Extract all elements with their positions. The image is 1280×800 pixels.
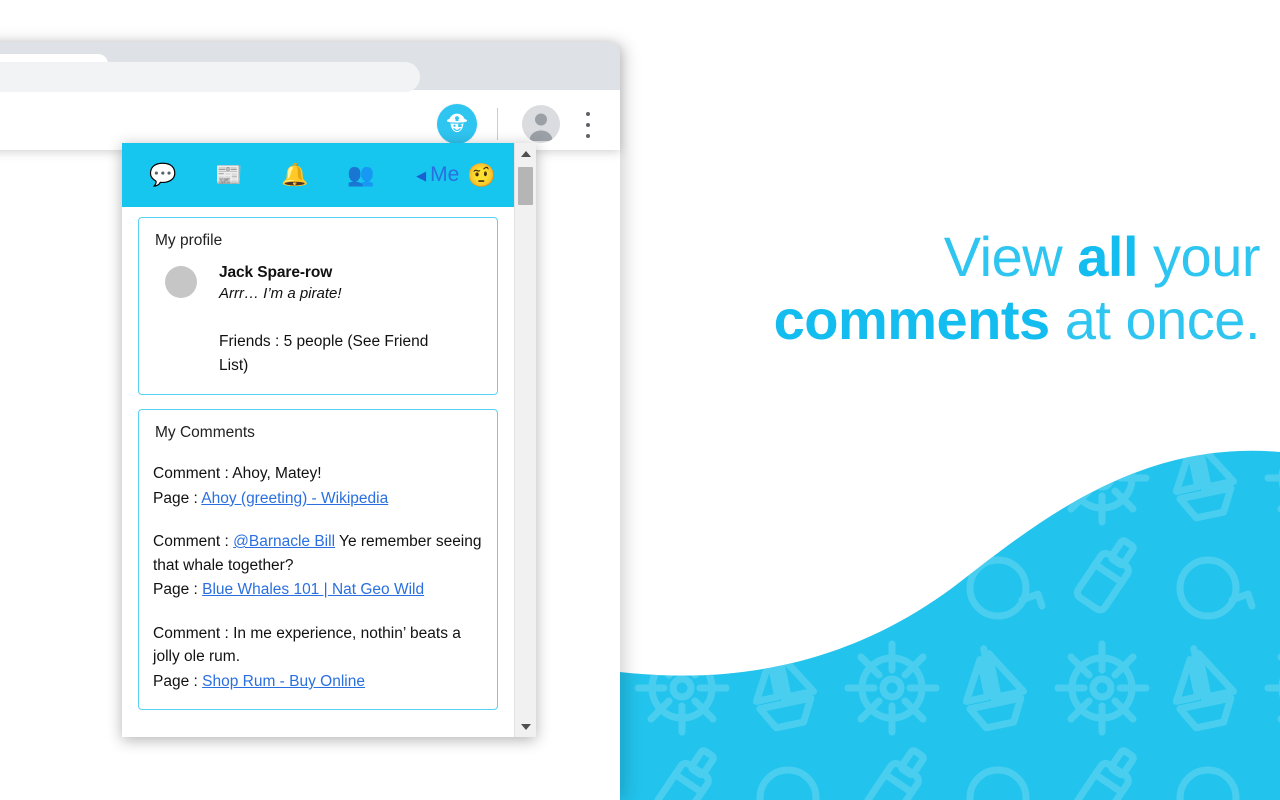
comment-page-line: Page : Ahoy (greeting) - Wikipedia [153, 487, 483, 511]
thinking-face-icon: 🤨 [467, 161, 496, 188]
page-link[interactable]: Blue Whales 101 | Nat Geo Wild [202, 581, 424, 598]
profile-text: Jack Spare-row Arrr… I’m a pirate! Frien… [219, 264, 483, 378]
scroll-up-arrow-icon[interactable] [515, 143, 536, 164]
people-icon: 👥 [347, 162, 375, 187]
comment-label: Comment : [153, 465, 229, 483]
profile-friends: Friends : 5 people (See Friend List) [219, 333, 429, 375]
nav-tab-friends[interactable]: 👥 [328, 155, 394, 195]
headline-word-comments: comments [773, 288, 1051, 352]
caret-left-icon: ◀ [416, 167, 427, 183]
headline-word-all: all [1077, 225, 1138, 288]
bell-icon: 🔔 [281, 162, 309, 187]
extension-popup: 💬 📰 🔔 👥 ◀ Me 🤨 My profile Jack Spare-row… [122, 143, 536, 737]
menu-dot [586, 123, 590, 127]
profile-card-title: My profile [155, 232, 223, 249]
popup-body: 💬 📰 🔔 👥 ◀ Me 🤨 My profile Jack Spare-row… [122, 143, 514, 737]
comment-text-line: Comment : Ahoy, Matey! [153, 462, 483, 486]
comment-item: Comment : In me experience, nothin’ beat… [153, 622, 483, 694]
mention-link[interactable]: @Barnacle Bill [233, 533, 335, 550]
comment-item: Comment : Ahoy, Matey! Page : Ahoy (gree… [153, 462, 483, 510]
nav-tab-notifications[interactable]: 🔔 [262, 155, 328, 195]
comment-text-line: Comment : In me experience, nothin’ beat… [153, 622, 483, 669]
comments-card: My Comments Comment : Ahoy, Matey! Page … [138, 409, 498, 711]
nav-tab-comments[interactable]: 💬 [130, 155, 196, 195]
popup-scroll-content: My profile Jack Spare-row Arrr… I’m a pi… [122, 207, 514, 737]
nav-me-label: Me [430, 163, 460, 186]
menu-dot [586, 134, 590, 138]
menu-dot [586, 112, 590, 116]
headline-word-atonce: at once. [1049, 288, 1261, 352]
scrollbar-thumb[interactable] [518, 167, 533, 205]
omnibox-address-bar[interactable] [0, 62, 420, 92]
popup-navbar: 💬 📰 🔔 👥 ◀ Me 🤨 [122, 143, 514, 207]
comment-body: Ahoy, Matey! [232, 465, 322, 483]
triangle-down-icon [520, 723, 531, 730]
nav-tab-feed[interactable]: 📰 [196, 155, 262, 195]
profile-name: Jack Spare-row [219, 264, 333, 281]
profile-row: Jack Spare-row Arrr… I’m a pirate! Frien… [153, 264, 483, 378]
popup-scrollbar[interactable] [514, 143, 536, 737]
promo-headline: View all your comments at once. [660, 225, 1261, 352]
pirate-face-icon[interactable] [437, 104, 477, 144]
avatar [165, 266, 197, 298]
page-label: Page : [153, 672, 198, 690]
comment-page-line: Page : Shop Rum - Buy Online [153, 670, 483, 694]
headline-line-2: comments at once. [660, 288, 1261, 352]
nav-tab-me[interactable]: ◀ Me 🤨 [394, 163, 506, 187]
speech-balloon-icon: 💬 [149, 162, 177, 187]
comment-label: Comment : [153, 533, 229, 551]
newspaper-icon: 📰 [215, 162, 243, 187]
page-link[interactable]: Shop Rum - Buy Online [202, 673, 365, 690]
toolbar-divider [497, 108, 498, 140]
scroll-down-arrow-icon[interactable] [515, 716, 536, 737]
page-label: Page : [153, 581, 198, 599]
account-avatar-icon[interactable] [522, 105, 560, 143]
page-link[interactable]: Ahoy (greeting) - Wikipedia [201, 490, 388, 507]
comment-label: Comment : [153, 624, 229, 642]
headline-word-your: your [1138, 225, 1260, 288]
comment-item: Comment : @Barnacle Bill Ye remember see… [153, 530, 483, 602]
headline-line-1: View all your [660, 225, 1261, 288]
comment-page-line: Page : Blue Whales 101 | Nat Geo Wild [153, 578, 483, 602]
comments-card-title: My Comments [155, 424, 255, 442]
three-dots-menu-icon[interactable] [581, 112, 595, 138]
profile-status: Arrr… I’m a pirate! [219, 285, 342, 302]
comment-text-line: Comment : @Barnacle Bill Ye remember see… [153, 530, 483, 577]
triangle-up-icon [520, 150, 531, 157]
headline-word-view: View [943, 225, 1078, 288]
page-label: Page : [153, 489, 198, 507]
profile-card: My profile Jack Spare-row Arrr… I’m a pi… [138, 217, 498, 396]
